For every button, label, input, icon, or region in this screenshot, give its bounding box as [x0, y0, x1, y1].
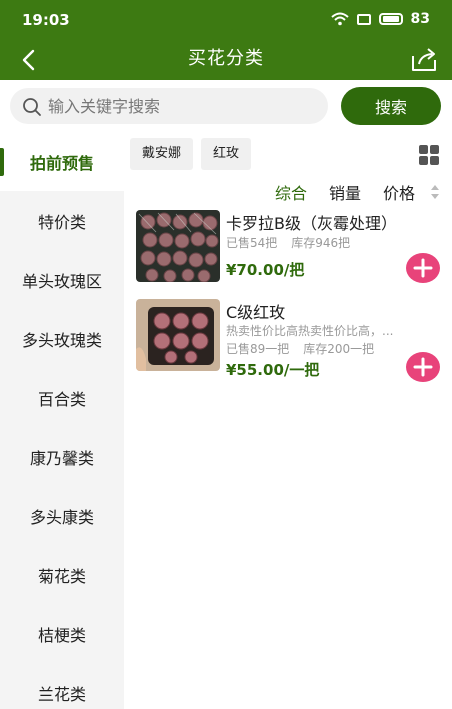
sidebar-item-chrysanthemum[interactable]: 菊花类 [0, 545, 124, 604]
product-item[interactable]: C级红玫 热卖性价比高热卖性价比高，... 已售89一把 库存200一把 ¥55.… [124, 299, 452, 389]
nav-bar: 买花分类 [0, 40, 452, 80]
sort-comprehensive[interactable]: 综合 [275, 180, 307, 204]
sold-count: 已售54把 [226, 236, 278, 250]
sidebar-item-carnation[interactable]: 康乃馨类 [0, 427, 124, 486]
product-price: ¥70.00/把 [226, 261, 305, 279]
add-to-cart-icon[interactable] [406, 253, 440, 283]
share-icon[interactable] [408, 44, 440, 76]
search-bar: 搜索 [0, 80, 452, 132]
sidebar-item-label: 多头康类 [29, 507, 94, 527]
grid-view-icon[interactable] [418, 144, 440, 166]
add-to-cart-icon[interactable] [406, 352, 440, 382]
stock-count: 库存200一把 [303, 342, 375, 356]
sidebar-item-label: 兰花类 [37, 684, 86, 704]
product-price: ¥55.00/一把 [226, 361, 320, 379]
search-box[interactable] [10, 88, 328, 124]
search-icon [23, 98, 41, 116]
product-name: 卡罗拉B级（灰霉处理） [226, 214, 397, 233]
sidebar-item-spray-carnation[interactable]: 多头康类 [0, 486, 124, 545]
product-image [136, 210, 220, 282]
status-icons: 83 [330, 11, 430, 27]
page-title: 买花分类 [188, 48, 264, 69]
product-description: 热卖性价比高热卖性价比高，... [226, 324, 394, 338]
sidebar-item-lily[interactable]: 百合类 [0, 368, 124, 427]
sort-arrows-icon [431, 185, 439, 199]
sidebar-item-special[interactable]: 特价类 [0, 191, 124, 250]
sidebar-item-single-rose[interactable]: 单头玫瑰区 [0, 250, 124, 309]
sold-count: 已售89一把 [226, 342, 290, 356]
sidebar-item-label: 单头玫瑰区 [21, 271, 102, 291]
wifi-icon [330, 12, 349, 26]
screen-icon [356, 13, 371, 25]
sidebar-item-label: 特价类 [37, 212, 86, 232]
sidebar-item-spray-rose[interactable]: 多头玫瑰类 [0, 309, 124, 368]
product-item[interactable]: 卡罗拉B级（灰霉处理） 已售54把 库存946把 ¥70.00/把 [124, 210, 452, 300]
product-image [136, 299, 220, 371]
search-button[interactable]: 搜索 [341, 87, 441, 125]
sort-bar: 综合 销量 价格 [124, 176, 452, 206]
battery-level: 83 [410, 11, 430, 27]
sidebar-item-label: 拍前预售 [29, 153, 94, 173]
sidebar-item-presale[interactable]: 拍前预售 [0, 132, 124, 191]
stock-count: 库存946把 [291, 236, 351, 250]
product-meta: 已售89一把 库存200一把 [226, 340, 374, 357]
category-sidebar: 拍前预售 特价类 单头玫瑰区 多头玫瑰类 百合类 康乃馨类 多头康类 菊花类 桔… [0, 132, 124, 709]
sidebar-item-label: 百合类 [37, 389, 86, 409]
product-meta: 已售54把 库存946把 [226, 234, 350, 251]
sidebar-item-label: 多头玫瑰类 [21, 330, 102, 350]
sidebar-item-orchid[interactable]: 兰花类 [0, 663, 124, 709]
tag-chip[interactable]: 红玫 [201, 138, 252, 170]
sidebar-item-label: 康乃馨类 [29, 448, 94, 468]
sort-price[interactable]: 价格 [383, 180, 415, 204]
battery-icon [378, 13, 403, 25]
product-panel: 戴安娜 红玫 综合 销量 价格 卡罗拉B级（灰霉处理） 已售54把 库存946把… [124, 132, 452, 709]
status-time: 19:03 [22, 11, 70, 29]
sidebar-item-eustoma[interactable]: 桔梗类 [0, 604, 124, 663]
filter-tags: 戴安娜 红玫 [130, 138, 252, 170]
status-bar: 19:03 83 [0, 0, 452, 40]
sidebar-item-label: 菊花类 [37, 566, 86, 586]
sort-sales[interactable]: 销量 [329, 180, 361, 204]
tag-chip[interactable]: 戴安娜 [130, 138, 194, 170]
sidebar-item-label: 桔梗类 [37, 625, 86, 645]
product-name: C级红玫 [226, 303, 286, 322]
search-input[interactable] [48, 88, 318, 124]
